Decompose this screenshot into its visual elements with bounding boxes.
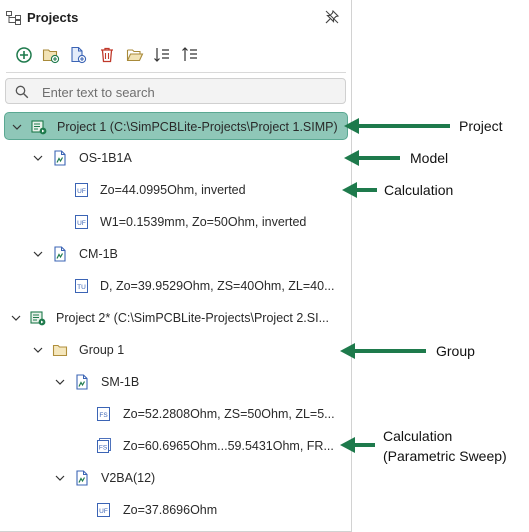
annotation-arrow-project — [344, 118, 450, 134]
tree-item-label: Zo=52.2808Ohm, ZS=50Ohm, ZL=5... — [123, 407, 335, 421]
tree-item-label: D, Zo=39.9529Ohm, ZS=40Ohm, ZL=40... — [100, 279, 335, 293]
search-input[interactable] — [40, 82, 340, 102]
tree-item-label: Project 1 (C:\SimPCBLite-Projects\Projec… — [57, 120, 338, 134]
panel-header: Projects — [0, 0, 351, 36]
tree-item-project-1[interactable]: Project 1 (C:\SimPCBLite-Projects\Projec… — [4, 112, 348, 140]
tree-item-label: CM-1B — [79, 247, 118, 261]
tree-item-model[interactable]: CM-1B — [4, 240, 348, 268]
chevron-down-icon[interactable] — [32, 152, 44, 164]
annotation-project: Project — [459, 118, 503, 134]
annotation-group: Group — [436, 343, 475, 359]
tree-item-group[interactable]: Group 1 — [4, 336, 348, 364]
svg-text:FS: FS — [99, 412, 108, 419]
model-icon — [52, 246, 68, 262]
tree-item-label: Zo=60.6965Ohm...59.5431Ohm, FR... — [123, 439, 334, 453]
annotation-arrow-group — [340, 343, 426, 359]
calculation-fs-icon: FS — [96, 406, 112, 422]
new-file-icon[interactable] — [68, 45, 88, 65]
calculation-uf-icon: UF — [74, 182, 90, 198]
open-folder-icon[interactable] — [125, 45, 145, 65]
svg-text:UF: UF — [77, 220, 86, 227]
toolbar-divider — [6, 72, 346, 73]
unpin-icon[interactable] — [325, 9, 340, 24]
panel-title: Projects — [27, 10, 79, 25]
project-icon — [31, 119, 47, 135]
tree-item-label: OS-1B1A — [79, 151, 132, 165]
calculation-tu-icon: TU — [74, 278, 90, 294]
projects-tree-icon — [6, 11, 22, 25]
project-icon — [30, 310, 46, 326]
svg-text:TU: TU — [77, 284, 86, 291]
annotation-arrow-parametric-sweep — [340, 437, 375, 453]
tree-item-calculation[interactable]: UF Zo=44.0995Ohm, inverted — [4, 176, 348, 204]
new-folder-icon[interactable] — [41, 45, 61, 65]
annotation-sweep-line2: (Parametric Sweep) — [383, 448, 507, 464]
tree-item-label: Zo=37.8696Ohm — [123, 503, 218, 517]
folder-icon — [52, 342, 68, 358]
chevron-down-icon[interactable] — [11, 121, 23, 133]
add-icon[interactable] — [14, 45, 34, 65]
model-icon — [74, 374, 90, 390]
svg-text:FS: FS — [99, 445, 108, 452]
tree-item-calculation[interactable]: TU D, Zo=39.9529Ohm, ZS=40Ohm, ZL=40... — [4, 272, 348, 300]
chevron-down-icon[interactable] — [54, 376, 66, 388]
sort-descending-icon[interactable] — [180, 45, 200, 65]
annotation-arrow-model — [344, 150, 400, 166]
tree-item-label: SM-1B — [101, 375, 140, 389]
tree-item-model[interactable]: OS-1B1A — [4, 144, 348, 172]
delete-icon[interactable] — [97, 45, 117, 65]
model-icon — [52, 150, 68, 166]
svg-text:UF: UF — [99, 508, 108, 515]
tree-item-project-2[interactable]: Project 2* (C:\SimPCBLite-Projects\Proje… — [4, 304, 348, 332]
tree-item-label: Project 2* (C:\SimPCBLite-Projects\Proje… — [56, 311, 330, 325]
annotation-arrow-calculation — [342, 182, 377, 198]
tree-item-calculation[interactable]: UF Zo=37.8696Ohm — [4, 496, 348, 524]
tree-item-model[interactable]: SM-1B — [4, 368, 348, 396]
projects-panel: Projects Enter text to search Project 1 … — [0, 0, 352, 532]
model-icon — [74, 470, 90, 486]
tree-item-parametric-sweep[interactable]: FS Zo=60.6965Ohm...59.5431Ohm, FR... — [4, 432, 348, 460]
chevron-down-icon[interactable] — [54, 472, 66, 484]
svg-text:UF: UF — [77, 188, 86, 195]
calculation-uf-icon: UF — [74, 214, 90, 230]
tree-item-label: V2BA(12) — [101, 471, 156, 485]
search-icon — [15, 85, 29, 99]
sort-ascending-icon[interactable] — [152, 45, 172, 65]
tree-item-label: Zo=44.0995Ohm, inverted — [100, 183, 246, 197]
tree-item-model[interactable]: V2BA(12) — [4, 464, 348, 492]
chevron-down-icon[interactable] — [32, 344, 44, 356]
parametric-sweep-icon: FS — [96, 438, 112, 454]
tree-item-calculation[interactable]: UF W1=0.1539mm, Zo=50Ohm, inverted — [4, 208, 348, 236]
calculation-uf-icon: UF — [96, 502, 112, 518]
tree-item-calculation[interactable]: FS Zo=52.2808Ohm, ZS=50Ohm, ZL=5... — [4, 400, 348, 428]
search-box[interactable] — [5, 78, 346, 104]
chevron-down-icon[interactable] — [10, 312, 22, 324]
chevron-down-icon[interactable] — [32, 248, 44, 260]
annotation-calculation: Calculation — [384, 182, 454, 198]
tree-item-label: Group 1 — [79, 343, 125, 357]
tree-item-label: W1=0.1539mm, Zo=50Ohm, inverted — [100, 215, 307, 229]
annotation-sweep-line1: Calculation — [383, 428, 453, 444]
annotation-model: Model — [410, 150, 449, 166]
